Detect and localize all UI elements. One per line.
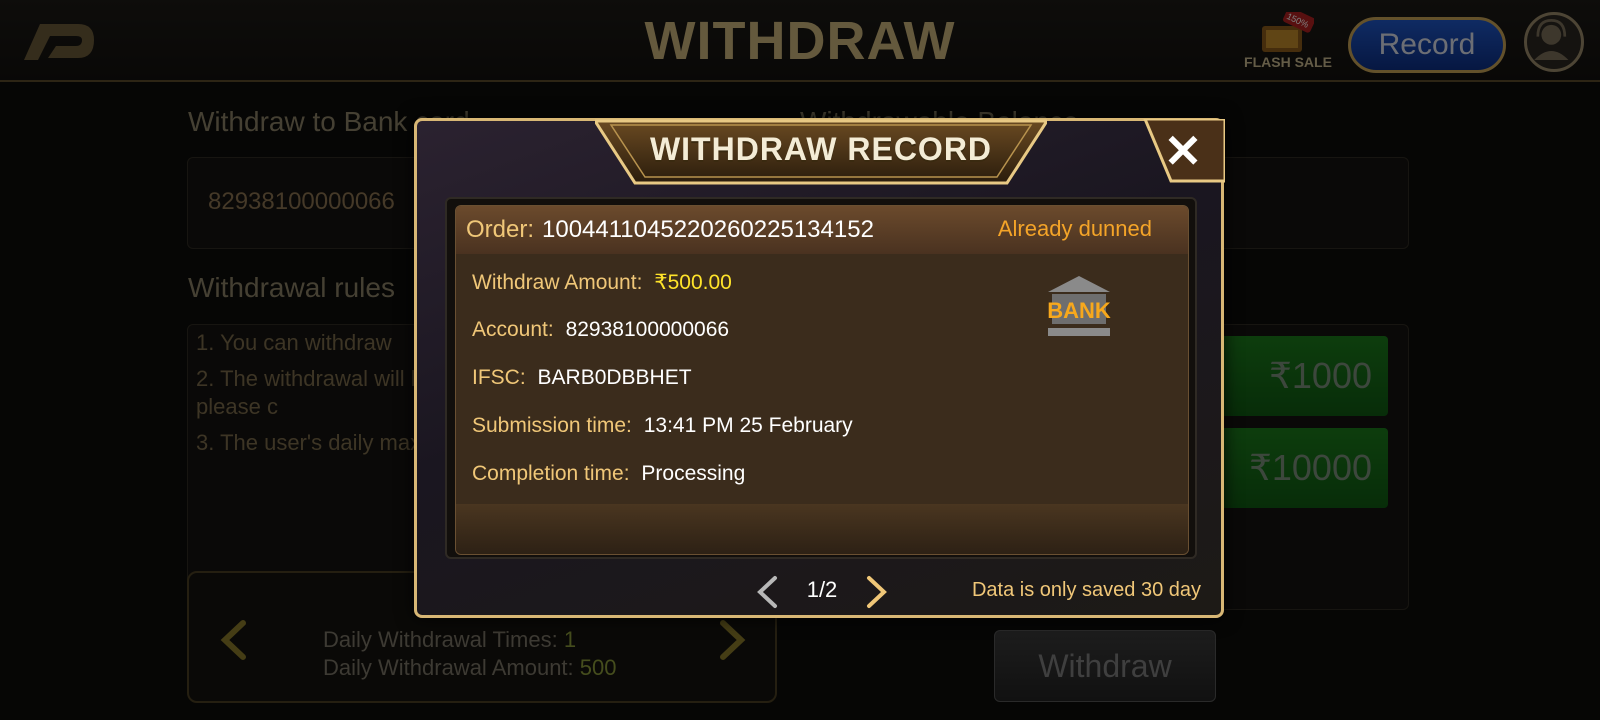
completion-label: Completion time: [472, 462, 630, 485]
withdraw-record-modal: WITHDRAW RECORD ✕ Order: 100441104522026… [414, 118, 1225, 618]
ifsc-value: BARB0DBBHET [537, 366, 692, 389]
bank-icon: BANK [1047, 276, 1111, 336]
amount-row: Withdraw Amount: ₹500.00 [472, 270, 732, 295]
ifsc-label: IFSC: [472, 366, 526, 389]
prev-page-icon[interactable] [755, 575, 779, 609]
account-label: Account: [472, 318, 554, 341]
account-value: 82938100000066 [565, 318, 730, 341]
record-card-footer [456, 504, 1188, 554]
next-page-icon[interactable] [865, 575, 889, 609]
amount-label: Withdraw Amount: [472, 271, 643, 294]
order-number: 1004411045220260225134152 [542, 216, 874, 243]
completion-row: Completion time: Processing [472, 462, 745, 486]
page-indicator: 1/2 [806, 577, 838, 602]
record-card: Order: 1004411045220260225134152 Already… [455, 205, 1189, 555]
order-label: Order: [466, 216, 535, 243]
ifsc-row: IFSC: BARB0DBBHET [472, 366, 692, 390]
amount-value: ₹500.00 [654, 271, 732, 294]
close-icon[interactable]: ✕ [1141, 125, 1225, 177]
modal-title: WITHDRAW RECORD [649, 131, 993, 167]
submission-value: 13:41 PM 25 February [643, 414, 853, 437]
record-list: Order: 1004411045220260225134152 Already… [445, 197, 1197, 559]
submission-row: Submission time: 13:41 PM 25 February [472, 414, 853, 438]
svg-text:BANK: BANK [1047, 298, 1111, 323]
record-card-header: Order: 1004411045220260225134152 Already… [456, 206, 1188, 254]
status-badge: Already dunned [997, 216, 1152, 241]
submission-label: Submission time: [472, 414, 632, 437]
completion-value: Processing [641, 462, 746, 485]
data-retention-note: Data is only saved 30 day [971, 579, 1201, 601]
account-row: Account: 82938100000066 [472, 318, 729, 342]
